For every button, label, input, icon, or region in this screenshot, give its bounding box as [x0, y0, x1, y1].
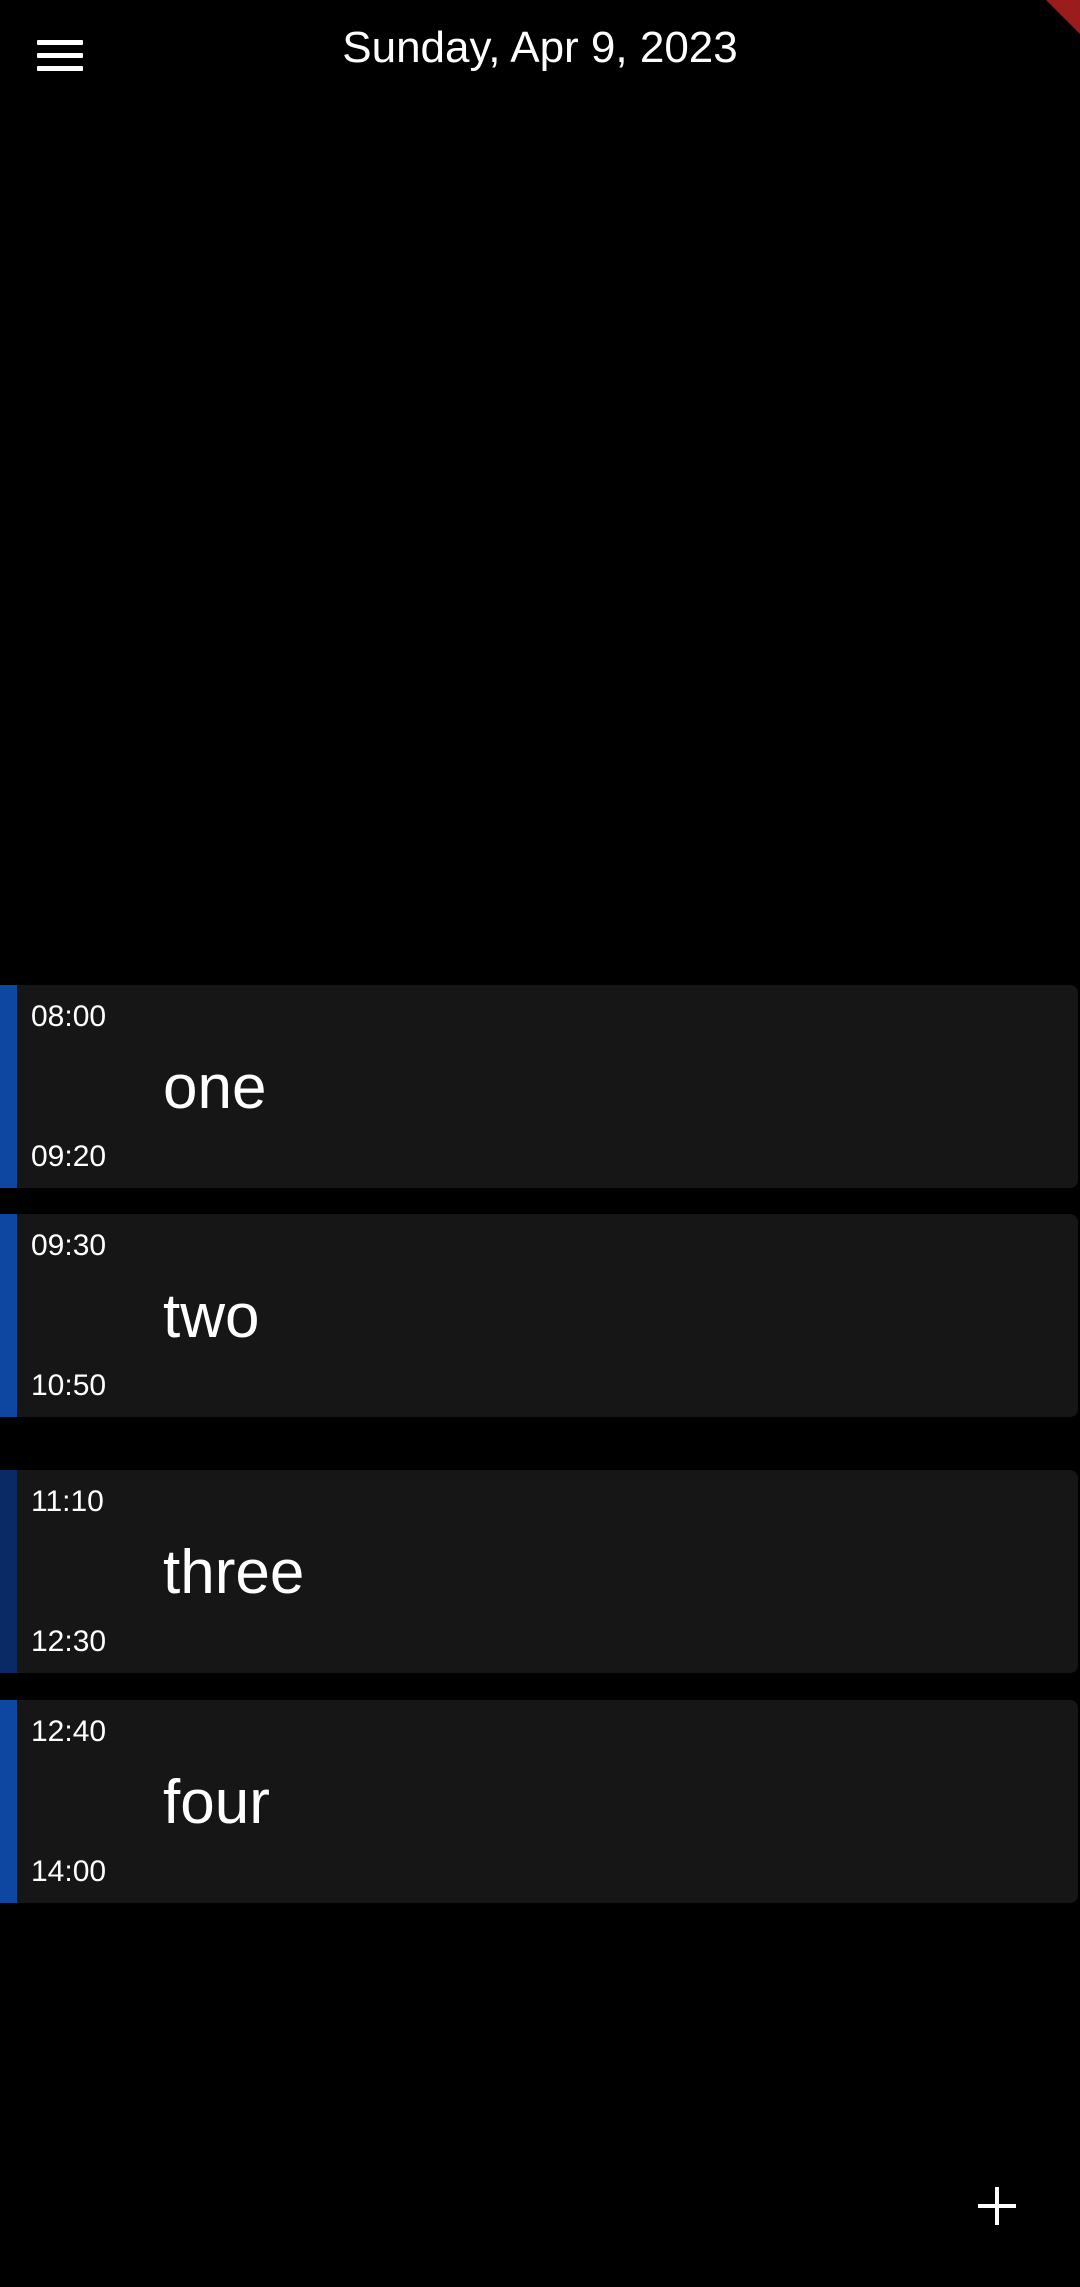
event-card[interactable]: 08:00 one 09:20 — [0, 985, 1078, 1188]
event-card[interactable]: 12:40 four 14:00 — [0, 1700, 1078, 1903]
event-start-time: 08:00 — [31, 1000, 107, 1033]
event-title: three — [163, 1538, 305, 1607]
event-end-time: 12:30 — [31, 1625, 107, 1658]
event-accent-bar — [0, 1214, 17, 1417]
debug-banner — [1046, 0, 1080, 34]
event-title: four — [163, 1768, 270, 1837]
event-accent-bar — [0, 1700, 17, 1903]
event-end-time: 10:50 — [31, 1369, 107, 1402]
event-end-time: 14:00 — [31, 1855, 107, 1888]
event-card[interactable]: 09:30 two 10:50 — [0, 1214, 1078, 1417]
event-accent-bar — [0, 985, 17, 1188]
event-title: two — [163, 1282, 260, 1351]
add-event-button[interactable] — [966, 2168, 1026, 2228]
event-end-time: 09:20 — [31, 1140, 107, 1173]
event-accent-bar — [0, 1470, 17, 1673]
event-title: one — [163, 1053, 267, 1122]
plus-icon — [966, 2168, 1026, 2228]
event-start-time: 09:30 — [31, 1229, 107, 1262]
event-card[interactable]: 11:10 three 12:30 — [0, 1470, 1078, 1673]
event-start-time: 11:10 — [31, 1485, 104, 1518]
date-title: Sunday, Apr 9, 2023 — [342, 23, 738, 72]
event-start-time: 12:40 — [31, 1715, 107, 1748]
